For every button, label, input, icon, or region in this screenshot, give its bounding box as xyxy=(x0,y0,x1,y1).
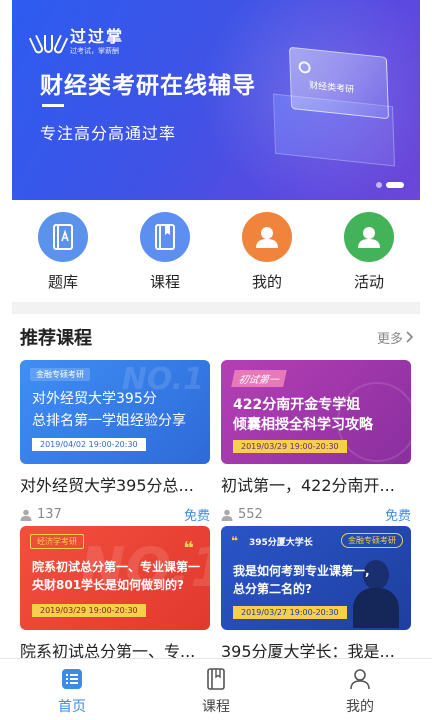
banner-divider xyxy=(42,104,64,107)
price-label: 免费 xyxy=(183,509,210,524)
course-date: 2019/03/29 19:00-20:30 xyxy=(32,604,146,617)
quick-nav: 题库 课程 我的 活动 xyxy=(12,212,420,292)
course-tag: 初试第一 xyxy=(231,370,287,387)
tab-label: 课程 xyxy=(202,699,230,715)
course-meta: 137 免费 xyxy=(20,505,210,524)
quicknav-label: 题库 xyxy=(47,273,78,291)
section-divider xyxy=(12,302,420,314)
course-thumbnail[interactable]: NO.1 经济学考研 ❝ 院系初试总分第一、专业课第一 央财801学长是如何做到… xyxy=(20,526,210,630)
quote-icon: ❝ xyxy=(231,534,239,548)
course-card[interactable]: NO.1 经济学考研 ❝ 院系初试总分第一、专业课第一 央财801学长是如何做到… xyxy=(20,526,210,662)
course-book-icon xyxy=(207,668,225,690)
viewer-icon xyxy=(20,509,32,521)
course-date: 2019/03/29 19:00-20:30 xyxy=(233,440,347,453)
promo-banner[interactable]: 过过掌 过考试，掌薪酬 财经类考研在线辅导 专注高分高通过率 财经类考研 xyxy=(12,0,420,200)
course-card[interactable]: NO.1 金融专硕考研 对外经贸大学395分 总排名第一学姐经验分享 2019/… xyxy=(20,360,210,524)
quicknav-courses[interactable]: 课程 xyxy=(125,212,205,292)
course-date: 2019/03/27 19:00-20:30 xyxy=(233,606,347,619)
viewer-icon xyxy=(221,509,233,521)
logo-slogan: 过考试，掌薪酬 xyxy=(70,47,119,55)
question-bank-icon xyxy=(38,212,88,262)
quicknav-mine[interactable]: 我的 xyxy=(227,212,307,292)
view-count-value: 137 xyxy=(37,507,62,522)
more-link[interactable]: 更多 xyxy=(377,328,414,347)
banner-card-illustration: 财经类考研 xyxy=(288,46,390,120)
tab-home[interactable]: 首页 xyxy=(0,659,144,720)
tab-profile[interactable]: 我的 xyxy=(288,659,432,720)
thumb-line-2: 总分第二名的? xyxy=(233,582,312,596)
course-thumbnail[interactable]: 初试第一 422分南开金专学姐 倾囊相授全科学习攻略 2019/03/29 19… xyxy=(221,360,411,464)
course-tag: 经济学考研 xyxy=(30,534,84,549)
thumb-line-1: 我是如何考到专业课第一, xyxy=(233,564,370,578)
carousel-indicator[interactable] xyxy=(376,182,404,188)
quicknav-question-bank[interactable]: 题库 xyxy=(23,212,103,292)
recommended-header: 推荐课程 更多 xyxy=(20,322,414,352)
tab-label: 我的 xyxy=(346,699,374,715)
course-book-icon xyxy=(140,212,190,262)
hands-logo-icon xyxy=(28,31,69,55)
course-tag: 金融专硕考研 xyxy=(341,533,403,548)
profile-icon xyxy=(350,669,370,690)
tab-label: 首页 xyxy=(58,699,86,715)
thumb-line-2: 央财801学长是如何做到的? xyxy=(32,578,185,592)
tab-courses[interactable]: 课程 xyxy=(144,659,288,720)
course-card[interactable]: ❝ 395分厦大学长 金融专硕考研 我是如何考到专业课第一, 总分第二名的? 2… xyxy=(221,526,411,662)
carousel-dot[interactable] xyxy=(376,182,382,188)
home-page: 过过掌 过考试，掌薪酬 财经类考研在线辅导 专注高分高通过率 财经类考研 题库 … xyxy=(0,0,432,720)
course-date: 2019/04/02 19:00-20:30 xyxy=(32,438,146,451)
more-label: 更多 xyxy=(376,331,403,347)
quicknav-activity[interactable]: 活动 xyxy=(329,212,409,292)
quicknav-label: 活动 xyxy=(353,273,384,291)
course-thumbnail[interactable]: NO.1 金融专硕考研 对外经贸大学395分 总排名第一学姐经验分享 2019/… xyxy=(20,360,210,464)
quicknav-label: 课程 xyxy=(149,273,180,291)
thumb-line-1: 院系初试总分第一、专业课第一 xyxy=(32,560,201,574)
section-title: 推荐课程 xyxy=(20,328,92,349)
course-speaker-tag: 395分厦大学长 xyxy=(249,538,313,548)
brand-logo: 过过掌 过考试，掌薪酬 xyxy=(28,27,125,56)
thumb-line-1: 对外经贸大学395分 xyxy=(32,391,157,407)
course-card[interactable]: 初试第一 422分南开金专学姐 倾囊相授全科学习攻略 2019/03/29 19… xyxy=(221,360,411,524)
course-meta: 552 免费 xyxy=(221,505,411,524)
thumb-line-2: 倾囊相授全科学习攻略 xyxy=(233,417,373,433)
chevron-right-icon xyxy=(406,331,414,343)
view-count-value: 552 xyxy=(238,507,263,522)
home-list-icon xyxy=(62,669,82,689)
quicknav-label: 我的 xyxy=(251,273,282,291)
course-thumbnail[interactable]: ❝ 395分厦大学长 金融专硕考研 我是如何考到专业课第一, 总分第二名的? 2… xyxy=(221,526,411,630)
banner-subtitle: 专注高分高通过率 xyxy=(40,124,177,143)
course-title[interactable]: 初试第一，422分南开... xyxy=(221,472,411,496)
price-label: 免费 xyxy=(384,509,411,524)
banner-title: 财经类考研在线辅导 xyxy=(40,73,256,99)
course-tag: 金融专硕考研 xyxy=(30,368,90,381)
bottom-tab-bar: 首页 课程 我的 xyxy=(0,658,432,720)
user-circle-icon xyxy=(298,60,311,75)
thumb-line-2: 总排名第一学姐经验分享 xyxy=(32,413,186,429)
view-count: 137 xyxy=(20,507,62,522)
view-count: 552 xyxy=(221,507,263,522)
user-icon xyxy=(242,212,292,262)
thumb-line-1: 422分南开金专学姐 xyxy=(233,397,361,413)
activity-user-icon xyxy=(344,212,394,262)
course-title[interactable]: 对外经贸大学395分总... xyxy=(20,472,210,496)
logo-name: 过过掌 xyxy=(70,27,125,46)
quote-icon: ❝ xyxy=(183,538,194,559)
banner-card-text: 财经类考研 xyxy=(309,80,355,96)
carousel-dot-active[interactable] xyxy=(386,182,404,188)
